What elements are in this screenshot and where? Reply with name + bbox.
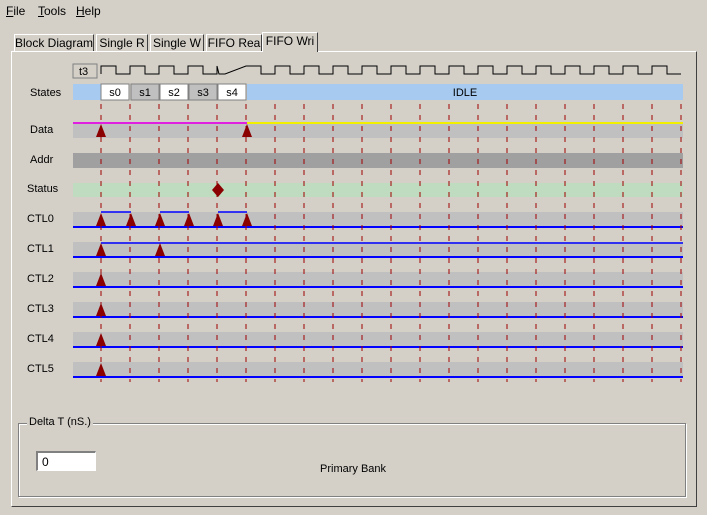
state-label-s0: s0 (109, 87, 121, 99)
delta-t-input[interactable] (36, 451, 96, 471)
data-bus-bar (73, 124, 683, 138)
states-prefix (73, 84, 101, 100)
status-bus-bar (73, 183, 683, 197)
state-label-s4: s4 (226, 87, 238, 99)
ctl1-bar (73, 242, 683, 256)
ctl4-bar (73, 332, 683, 346)
state-label-s1: s1 (139, 87, 151, 99)
ctl2-bar (73, 272, 683, 286)
ctl0-bar (73, 212, 683, 226)
addr-bus-bar (73, 153, 683, 168)
clock-label: t3 (79, 66, 88, 78)
bank-label: Primary Bank (320, 463, 387, 475)
tab-fifo-write[interactable]: FIFO Wri (262, 32, 318, 52)
ctl3-bar (73, 302, 683, 316)
state-label-s3: s3 (197, 87, 209, 99)
ctl-bars (73, 211, 683, 378)
idle-state-label: IDLE (453, 87, 477, 99)
delta-t-label: Delta T (nS.) (27, 416, 93, 428)
timing-diagram: t3 s0 s1 s2 s3 s4 IDLE (72, 63, 683, 382)
state-label-s2: s2 (168, 87, 180, 99)
ctl5-bar (73, 362, 683, 376)
state-cells: s0 s1 s2 s3 s4 (100, 83, 247, 101)
delta-t-group: Delta T (nS.) (18, 416, 686, 497)
clock-waveform (100, 65, 681, 75)
